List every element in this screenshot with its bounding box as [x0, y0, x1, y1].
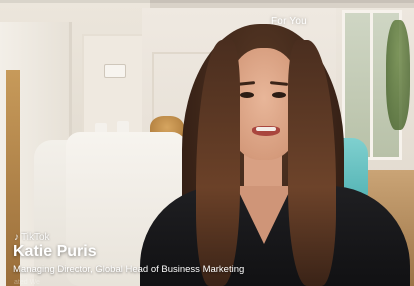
- wall-panel: [82, 34, 146, 144]
- tiktok-watermark: ♪ TikTok: [14, 232, 50, 243]
- speaker-eye: [272, 92, 286, 98]
- speaker-title: Managing Director, Global Head of Busine…: [13, 264, 245, 275]
- plant: [386, 20, 410, 130]
- faded-caption: ated We: [14, 279, 40, 286]
- top-edge-shadow: [0, 0, 414, 3]
- for-you-tab[interactable]: For You: [271, 16, 307, 27]
- speaker-name: Katie Puris: [13, 243, 97, 260]
- window-mullion: [370, 10, 373, 160]
- light-switch: [104, 64, 126, 78]
- speaker-teeth: [256, 127, 276, 131]
- watermark-label: TikTok: [21, 232, 50, 243]
- tiktok-logo-icon: ♪: [14, 232, 19, 243]
- speaker-eye: [240, 92, 254, 98]
- video-frame[interactable]: For You ♪ TikTok Katie Puris Managing Di…: [0, 0, 414, 286]
